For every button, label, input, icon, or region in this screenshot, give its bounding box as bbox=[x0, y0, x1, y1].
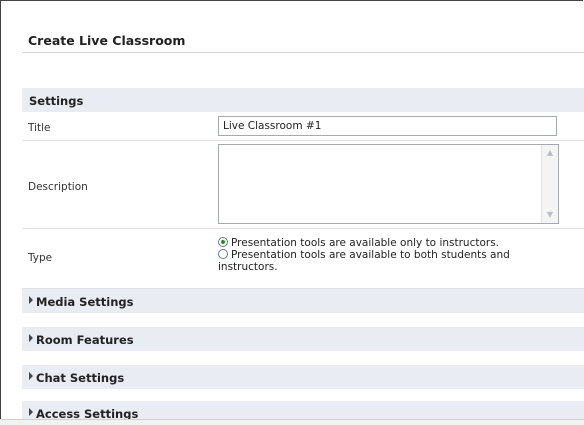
type-radio-group: Presentation tools are available only to… bbox=[218, 237, 568, 273]
triangle-right-icon bbox=[29, 408, 33, 416]
description-label: Description bbox=[28, 181, 88, 193]
title-label: Title bbox=[28, 122, 51, 134]
radio-selected-icon[interactable] bbox=[218, 237, 228, 247]
radio-unselected-icon[interactable] bbox=[218, 249, 228, 259]
triangle-right-icon bbox=[29, 372, 33, 380]
type-option-both[interactable]: Presentation tools are available to both… bbox=[218, 249, 563, 273]
settings-section-label: Settings bbox=[29, 94, 84, 108]
room-features-header[interactable]: Room Features bbox=[22, 327, 584, 351]
media-settings-header[interactable]: Media Settings bbox=[22, 289, 584, 313]
type-option-instructors[interactable]: Presentation tools are available only to… bbox=[218, 237, 568, 249]
create-live-classroom-form: Create Live Classroom Settings Title Des… bbox=[0, 0, 584, 424]
description-scrollbar[interactable]: ▲ ▼ bbox=[541, 145, 558, 223]
media-settings-label: Media Settings bbox=[36, 295, 134, 309]
chat-settings-label: Chat Settings bbox=[36, 371, 125, 385]
type-label: Type bbox=[28, 252, 53, 264]
type-option-instructors-label: Presentation tools are available only to… bbox=[231, 237, 500, 249]
page-title: Create Live Classroom bbox=[28, 33, 186, 48]
triangle-right-icon bbox=[29, 296, 33, 304]
title-input[interactable] bbox=[218, 116, 557, 136]
settings-section-header: Settings bbox=[22, 88, 584, 112]
triangle-right-icon bbox=[29, 334, 33, 342]
description-field[interactable]: ▲ ▼ bbox=[218, 144, 559, 224]
room-features-label: Room Features bbox=[36, 333, 134, 347]
scroll-down-icon[interactable]: ▼ bbox=[545, 210, 555, 220]
chat-settings-header[interactable]: Chat Settings bbox=[22, 365, 584, 389]
access-settings-header[interactable]: Access Settings bbox=[22, 401, 584, 420]
status-bar bbox=[0, 419, 584, 425]
type-option-both-label: Presentation tools are available to both… bbox=[218, 249, 510, 273]
title-divider bbox=[22, 52, 584, 53]
scroll-up-icon[interactable]: ▲ bbox=[545, 148, 555, 158]
description-textarea[interactable] bbox=[219, 145, 542, 223]
